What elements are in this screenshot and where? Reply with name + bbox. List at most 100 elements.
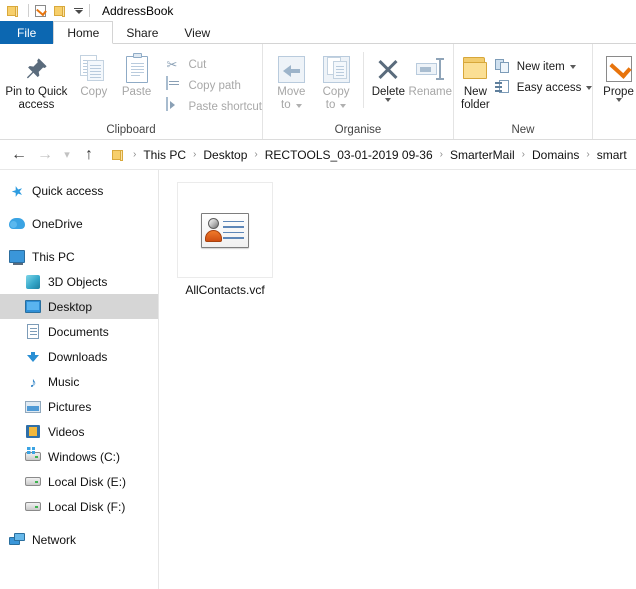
breadcrumb-item-desktop[interactable]: Desktop xyxy=(201,148,249,162)
copy-to-label-line1: Copy xyxy=(322,86,350,98)
sidebar-item-downloads[interactable]: Downloads xyxy=(0,344,158,369)
paste-button[interactable]: Paste xyxy=(115,50,159,99)
organise-group-title: Organise xyxy=(334,124,382,136)
properties-icon[interactable] xyxy=(33,3,49,19)
list-item[interactable]: AllContacts.vcf xyxy=(175,182,275,297)
properties-caret-icon[interactable] xyxy=(615,98,622,102)
new-item-button[interactable]: New item xyxy=(494,56,593,77)
up-arrow-icon[interactable]: ↑ xyxy=(76,142,102,168)
customize-qat-caret-icon[interactable] xyxy=(71,9,85,14)
scissors-icon: ✂ xyxy=(166,57,178,72)
sidebar-label-pictures: Pictures xyxy=(48,399,92,414)
properties-icon xyxy=(601,52,636,86)
tab-share[interactable]: Share xyxy=(113,21,171,44)
breadcrumb-sep-1: › xyxy=(193,149,197,160)
sidebar-item-local-disk-f[interactable]: Local Disk (F:) xyxy=(0,494,158,519)
breadcrumb-sep-5: › xyxy=(586,149,590,160)
desktop-icon xyxy=(24,298,42,316)
sidebar-label-music: Music xyxy=(48,374,80,389)
cloud-icon xyxy=(8,215,26,233)
sidebar-label-downloads: Downloads xyxy=(48,349,108,364)
breadcrumb-item-domains[interactable]: Domains xyxy=(530,148,581,162)
pin-icon xyxy=(0,52,73,86)
tab-view[interactable]: View xyxy=(171,21,223,44)
properties-button[interactable]: Prope xyxy=(601,50,636,102)
picture-icon xyxy=(24,398,42,416)
new-item-caret-icon[interactable] xyxy=(569,64,576,69)
tab-file[interactable]: File xyxy=(0,21,54,44)
paste-shortcut-icon xyxy=(166,97,184,115)
delete-caret-icon[interactable] xyxy=(385,98,392,102)
delete-icon xyxy=(369,52,407,86)
file-list-view[interactable]: AllContacts.vcf xyxy=(159,170,636,589)
drive-icon xyxy=(24,473,42,491)
move-to-icon xyxy=(269,52,314,86)
cube-icon xyxy=(24,273,42,291)
sidebar-label-onedrive: OneDrive xyxy=(32,216,83,231)
breadcrumb-item-smartermail[interactable]: SmarterMail xyxy=(448,148,517,162)
new-folder-label-line2: folder xyxy=(461,99,490,111)
breadcrumb-item-this-pc[interactable]: This PC xyxy=(141,148,188,162)
sidebar-item-local-disk-e[interactable]: Local Disk (E:) xyxy=(0,469,158,494)
move-to-label-line2: to xyxy=(280,99,303,112)
sidebar-label-local-disk-f: Local Disk (F:) xyxy=(48,499,126,514)
breadcrumb-sep-2: › xyxy=(254,149,258,160)
cut-button[interactable]: ✂ Cut xyxy=(166,54,262,75)
ribbon-tabstrip: File Home Share View xyxy=(0,21,636,44)
paste-shortcut-button[interactable]: Paste shortcut xyxy=(166,96,262,117)
window-title: AddressBook xyxy=(102,3,174,18)
copy-path-icon xyxy=(166,76,184,94)
pin-label-line2: access xyxy=(18,99,55,111)
breadcrumb-sep-4: › xyxy=(521,149,526,160)
sidebar-item-network[interactable]: Network xyxy=(0,527,158,552)
new-item-icon xyxy=(494,58,513,75)
new-folder-button[interactable]: New folder xyxy=(460,50,491,112)
new-folder-icon[interactable] xyxy=(52,3,68,19)
sidebar-label-network: Network xyxy=(32,532,77,547)
music-note-icon: ♪ xyxy=(29,373,37,390)
move-to-label-line1: Move xyxy=(277,86,306,98)
easy-access-button[interactable]: Easy access xyxy=(494,77,593,98)
star-icon: ★ xyxy=(8,180,26,201)
back-arrow-icon[interactable]: ← xyxy=(6,142,32,168)
sidebar-item-music[interactable]: ♪ Music xyxy=(0,369,158,394)
sidebar-item-this-pc[interactable]: This PC xyxy=(0,244,158,269)
tab-home[interactable]: Home xyxy=(53,21,114,44)
breadcrumb-sep-0: › xyxy=(133,149,137,160)
move-to-button[interactable]: Move to xyxy=(269,50,314,112)
sidebar-label-videos: Videos xyxy=(48,424,85,439)
breadcrumb-item-smart[interactable]: smart xyxy=(595,148,629,162)
sidebar-item-pictures[interactable]: Pictures xyxy=(0,394,158,419)
breadcrumb-item-rectools[interactable]: RECTOOLS_03-01-2019 09-36 xyxy=(263,148,435,162)
folder-icon[interactable] xyxy=(5,3,21,19)
sidebar-item-quick-access[interactable]: ★ Quick access xyxy=(0,178,158,203)
download-arrow-icon xyxy=(24,348,42,366)
forward-arrow-icon[interactable]: → xyxy=(32,142,58,168)
copy-to-label-line2: to xyxy=(325,99,348,112)
copy-label: Copy xyxy=(80,86,108,98)
navigation-pane: ★ Quick access OneDrive This PC 3D Objec… xyxy=(0,170,159,589)
file-icon-box xyxy=(177,182,273,278)
ribbon: Pin to Quick access Copy Paste ✂ Cut Cop… xyxy=(0,44,636,140)
sidebar-label-local-disk-e: Local Disk (E:) xyxy=(48,474,127,489)
pin-to-quick-access-button[interactable]: Pin to Quick access xyxy=(0,50,73,112)
sidebar-label-3d-objects: 3D Objects xyxy=(48,274,108,289)
sidebar-item-windows-c[interactable]: Windows (C:) xyxy=(0,444,158,469)
copy-path-button[interactable]: Copy path xyxy=(166,75,262,96)
sidebar-item-3d-objects[interactable]: 3D Objects xyxy=(0,269,158,294)
sidebar-item-documents[interactable]: Documents xyxy=(0,319,158,344)
copy-path-label: Copy path xyxy=(188,79,241,92)
cut-label: Cut xyxy=(188,58,207,71)
breadcrumb[interactable]: › This PC › Desktop › RECTOOLS_03-01-201… xyxy=(106,144,636,166)
sidebar-item-onedrive[interactable]: OneDrive xyxy=(0,211,158,236)
delete-button[interactable]: Delete xyxy=(369,50,407,102)
sidebar-item-desktop[interactable]: Desktop xyxy=(0,294,158,319)
paste-shortcut-label: Paste shortcut xyxy=(188,100,262,113)
sidebar-item-videos[interactable]: Videos xyxy=(0,419,158,444)
copy-button[interactable]: Copy xyxy=(73,50,115,99)
copy-to-button[interactable]: Copy to xyxy=(314,50,359,112)
rename-button[interactable]: Rename xyxy=(408,50,453,99)
new-item-label: New item xyxy=(516,60,565,73)
recent-locations-caret-icon[interactable]: ▾ xyxy=(58,142,76,168)
nav-gap-2 xyxy=(0,236,158,244)
